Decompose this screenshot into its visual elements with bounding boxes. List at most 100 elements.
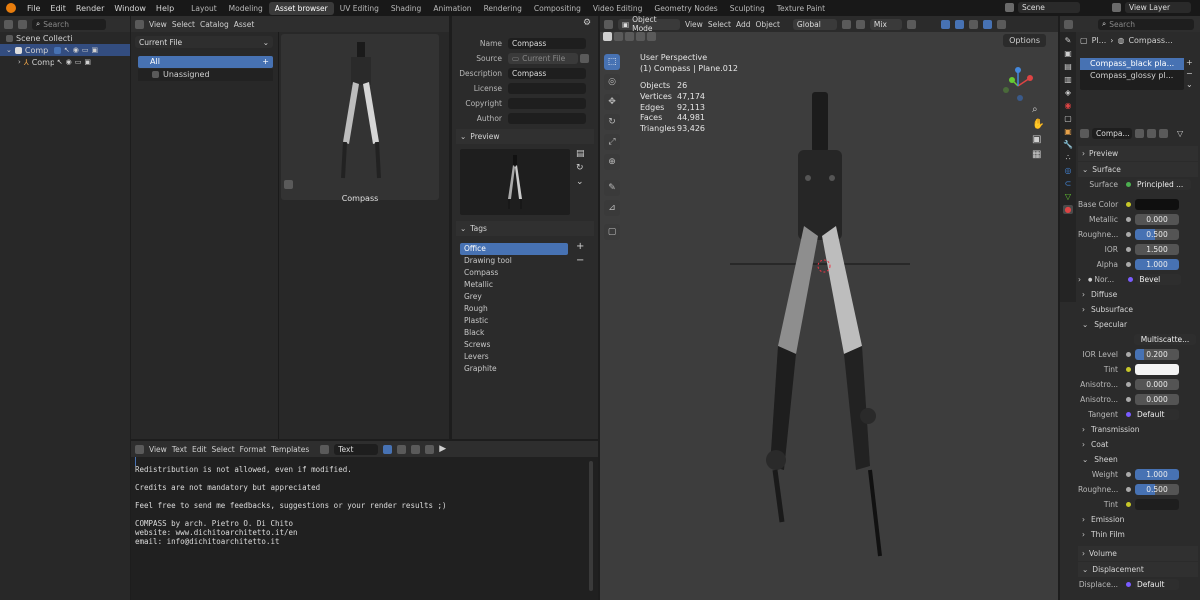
menu-object[interactable]: Object — [755, 20, 779, 29]
specular-tint-swatch[interactable] — [1135, 364, 1179, 375]
catalog-all[interactable]: All + — [138, 56, 273, 68]
folder-icon[interactable] — [411, 444, 421, 454]
select-subtract-icon[interactable] — [625, 32, 634, 41]
chevron-down-icon[interactable]: ⌄ — [576, 177, 585, 187]
tag-item[interactable]: Rough — [460, 303, 568, 315]
tag-item[interactable]: Graphite — [460, 363, 568, 375]
menu-catalog[interactable]: Catalog — [200, 20, 229, 29]
asset-author-input[interactable] — [508, 113, 586, 124]
specular-section[interactable]: Specular — [1094, 320, 1127, 329]
gear-icon[interactable]: ⚙ — [583, 18, 591, 28]
play-icon[interactable]: ▶ — [439, 444, 446, 454]
annotate-tool-icon[interactable]: ✎ — [604, 180, 620, 196]
select-intersect-icon[interactable] — [647, 32, 656, 41]
menu-text[interactable]: Text — [172, 445, 187, 454]
tab-sculpting[interactable]: Sculpting — [724, 2, 771, 15]
coat-section[interactable]: Coat — [1091, 440, 1108, 449]
editor-type-icon[interactable] — [4, 19, 13, 29]
zoom-icon[interactable]: ⌕ — [1032, 104, 1044, 115]
orientation-selector[interactable]: Global — [792, 18, 837, 30]
pivot-icon[interactable] — [841, 19, 851, 29]
monitor-icon[interactable]: ▭ — [75, 58, 82, 66]
preview-section[interactable]: › Preview — [1078, 146, 1198, 161]
tag-item[interactable]: Metallic — [460, 279, 568, 291]
material-slot[interactable]: Compass_glossy pl... — [1080, 70, 1184, 82]
overlay-icon[interactable] — [954, 19, 964, 29]
tool-tab-icon[interactable]: ✎ — [1065, 36, 1072, 45]
material-tab-icon[interactable]: ● — [1062, 205, 1074, 214]
tag-item[interactable]: Grey — [460, 291, 568, 303]
tab-layout[interactable]: Layout — [185, 2, 223, 15]
menu-edit[interactable]: Edit — [45, 4, 71, 13]
mode-selector[interactable]: ▣ Object Mode — [618, 16, 680, 33]
cursor-icon[interactable]: ↖ — [57, 58, 63, 66]
shading-material-icon[interactable] — [996, 19, 1006, 29]
menu-select[interactable]: Select — [212, 445, 235, 454]
metallic-slider[interactable]: 0.000 — [1135, 214, 1179, 225]
anisotropic-rotation-slider[interactable]: 0.000 — [1135, 394, 1179, 405]
add-catalog-icon[interactable]: + — [262, 56, 269, 68]
xray-icon[interactable] — [968, 19, 978, 29]
tab-compositing[interactable]: Compositing — [528, 2, 587, 15]
unlink-icon[interactable] — [1159, 129, 1168, 138]
constraints-tab-icon[interactable]: ⊂ — [1065, 179, 1072, 188]
particles-tab-icon[interactable]: ∴ — [1065, 153, 1070, 162]
shield-icon[interactable] — [383, 444, 393, 454]
asset-name-input[interactable]: Compass — [508, 38, 586, 49]
scale-tool-icon[interactable]: ⤢ — [604, 134, 620, 150]
proportional-icon[interactable] — [906, 19, 916, 29]
tab-texture-paint[interactable]: Texture Paint — [771, 2, 831, 15]
tab-rendering[interactable]: Rendering — [478, 2, 528, 15]
tag-item[interactable]: Black — [460, 327, 568, 339]
folder-icon[interactable]: ▤ — [576, 149, 585, 159]
snap-icon[interactable] — [855, 19, 865, 29]
sheen-section[interactable]: Sheen — [1094, 455, 1118, 464]
material-slot[interactable]: Compass_black pla... — [1080, 58, 1184, 70]
menu-format[interactable]: Format — [240, 445, 266, 454]
scene-selector[interactable]: Scene — [1018, 2, 1080, 13]
material-browse-icon[interactable] — [1080, 129, 1089, 138]
monitor-icon[interactable]: ▭ — [82, 46, 89, 54]
rotate-tool-icon[interactable]: ↻ — [604, 114, 620, 130]
select-extend-icon[interactable] — [614, 32, 623, 41]
object-tab-icon[interactable]: ▣ — [1064, 127, 1072, 136]
catalog-unassigned[interactable]: Unassigned — [138, 69, 273, 81]
sheen-weight-slider[interactable]: 1.000 — [1135, 469, 1179, 480]
menu-edit[interactable]: Edit — [192, 445, 207, 454]
link-icon[interactable] — [580, 54, 589, 63]
navigation-gizmo[interactable] — [1000, 66, 1036, 106]
sheen-tint-swatch[interactable] — [1135, 499, 1179, 510]
menu-view[interactable]: View — [149, 445, 167, 454]
select-box-tool-icon[interactable]: ⬚ — [604, 54, 620, 70]
modifier-tab-icon[interactable]: 🔧 — [1063, 140, 1073, 149]
world-tab-icon[interactable]: ◉ — [1065, 101, 1072, 110]
tag-item[interactable]: Drawing tool — [460, 255, 568, 267]
eye-icon[interactable]: ◉ — [66, 58, 72, 66]
menu-file[interactable]: File — [22, 4, 45, 13]
outliner-item-compass-child[interactable]: ›⅄Compc↖◉▭▣ — [0, 56, 130, 68]
base-color-swatch[interactable] — [1135, 199, 1179, 210]
tag-item[interactable]: Office — [460, 243, 568, 255]
measure-tool-icon[interactable]: ⊿ — [604, 200, 620, 216]
text-content[interactable]: Redistribution is not allowed, even if m… — [135, 465, 447, 546]
editor-type-icon[interactable] — [135, 19, 144, 29]
gizmo-icon[interactable] — [940, 19, 950, 29]
scene-tab-icon[interactable]: ◈ — [1065, 88, 1071, 97]
subsurface-section[interactable]: Subsurface — [1091, 305, 1133, 314]
tab-animation[interactable]: Animation — [427, 2, 477, 15]
tab-uv-editing[interactable]: UV Editing — [334, 2, 385, 15]
add-cube-tool-icon[interactable]: ▢ — [604, 224, 620, 240]
view-layer-selector[interactable]: View Layer — [1125, 2, 1191, 13]
asset-copyright-input[interactable] — [508, 98, 586, 109]
menu-templates[interactable]: Templates — [271, 445, 309, 454]
menu-render[interactable]: Render — [71, 4, 109, 13]
compass-model[interactable] — [720, 86, 920, 566]
select-new-icon[interactable] — [603, 32, 612, 41]
specular-mode-selector[interactable]: Multiscatte... — [1134, 334, 1196, 345]
physics-tab-icon[interactable]: ◎ — [1065, 166, 1072, 175]
blender-logo-icon[interactable] — [6, 3, 16, 13]
move-tool-icon[interactable]: ✥ — [604, 94, 620, 110]
surface-shader-selector[interactable]: Principled ... — [1135, 179, 1191, 190]
outliner-search-input[interactable]: ⌕ Search — [32, 18, 106, 30]
transmission-section[interactable]: Transmission — [1091, 425, 1139, 434]
